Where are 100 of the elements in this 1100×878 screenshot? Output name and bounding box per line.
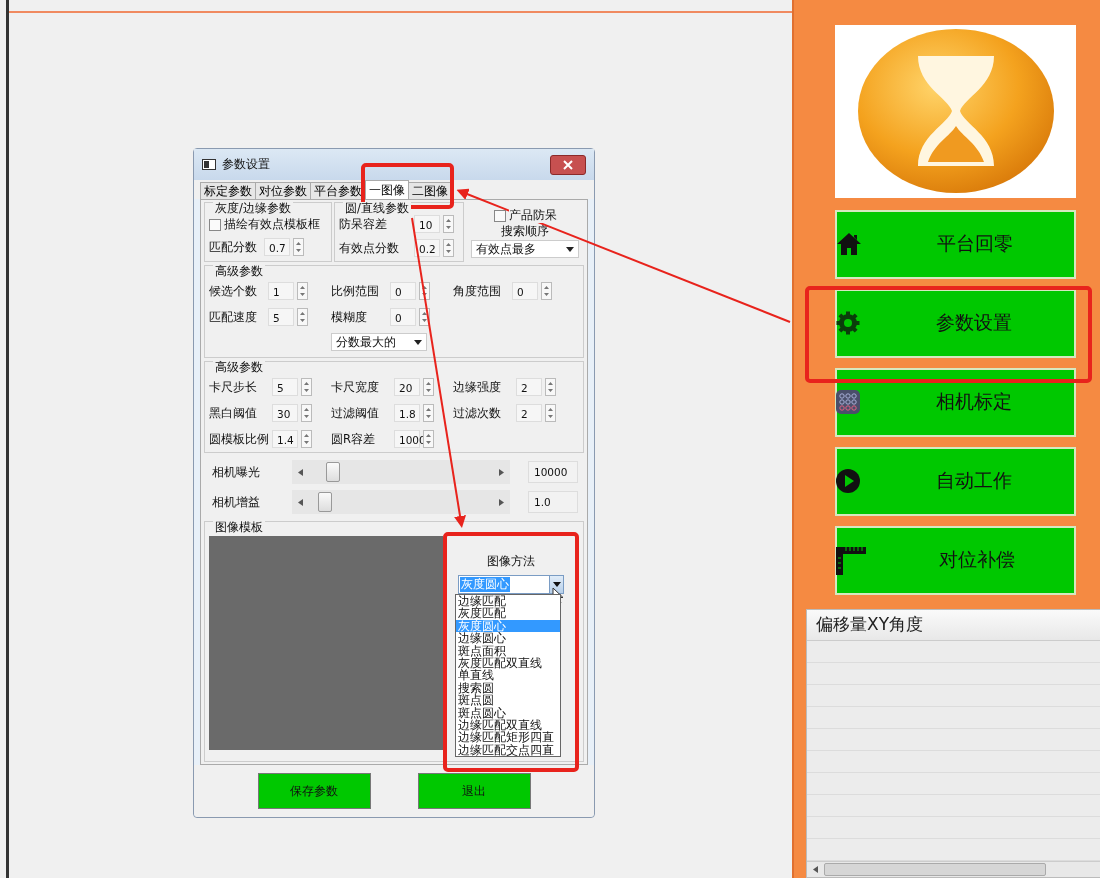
dropdown-option[interactable]: 边缘圆心 [456, 632, 560, 645]
checkbox[interactable] [209, 218, 221, 231]
checkbox-label: 描绘有效点模板框 [224, 217, 320, 232]
spinner-control[interactable] [297, 282, 308, 300]
group-title: 图像模板 [213, 521, 265, 533]
spinner-control[interactable] [443, 215, 454, 233]
number-field[interactable]: 20 [394, 378, 420, 396]
dialog-button[interactable]: 退出 [417, 773, 531, 809]
spinner-control[interactable] [419, 282, 430, 300]
house-icon [836, 231, 862, 258]
spinner-control[interactable] [423, 430, 434, 448]
field-label: 比例范围 [331, 283, 380, 299]
field-label: 圆模板比例 [209, 431, 269, 447]
right-arrow-icon[interactable] [499, 498, 504, 506]
spinner-control[interactable] [423, 378, 434, 396]
nav-button[interactable]: 对位补偿 [835, 525, 1076, 595]
number-field[interactable]: 0 [390, 282, 416, 300]
field-label: 过滤阈值 [331, 405, 380, 421]
value-field[interactable]: 1.0 [528, 491, 578, 513]
dropdown[interactable]: 有效点最多 [471, 240, 579, 258]
gear-icon [836, 311, 860, 336]
ruler-icon [836, 545, 866, 576]
dropdown-option[interactable]: 边缘匹配 [456, 595, 560, 608]
dropdown-option[interactable]: 斑点圆心 [456, 706, 560, 720]
dropdown-button[interactable] [549, 576, 563, 593]
number-field[interactable]: 1 [268, 282, 294, 300]
spinner-control[interactable] [423, 404, 434, 422]
spinner-control[interactable] [541, 282, 552, 300]
number-field[interactable]: 1.4 [272, 430, 298, 448]
left-arrow-icon[interactable] [813, 866, 818, 873]
spinner-control[interactable] [545, 404, 556, 422]
dropdown-option[interactable]: 搜索圆 [456, 681, 560, 695]
dropdown[interactable]: 分数最大的 [331, 333, 427, 351]
field-label: 有效点分数 [339, 240, 400, 256]
spinner-control[interactable] [443, 239, 454, 257]
checkbox-label: 产品防呆 [508, 208, 557, 223]
number-field[interactable]: 10 [414, 215, 440, 233]
play-icon [836, 469, 860, 494]
caret-icon [566, 246, 574, 252]
right-arrow-icon[interactable] [499, 468, 504, 476]
number-field[interactable]: 2 [516, 404, 542, 422]
dropdown-option[interactable]: 斑点面积 [456, 644, 560, 658]
number-field[interactable]: 5 [272, 378, 298, 396]
caret-icon [414, 339, 422, 345]
field-label: 圆R容差 [331, 431, 376, 447]
close-button[interactable] [550, 154, 586, 175]
horizontal-scrollbar[interactable] [807, 861, 1100, 877]
number-field[interactable]: 0 [390, 308, 416, 326]
dropdown-option[interactable]: 单直线 [456, 669, 560, 682]
dropdown-option[interactable]: 灰度匹配 [456, 607, 560, 620]
field-label: 搜索顺序 [501, 224, 549, 239]
number-field[interactable]: 30 [272, 404, 298, 422]
dropdown-option[interactable]: 斑点圆 [456, 694, 560, 707]
dot-grid-icon [836, 390, 860, 415]
tab[interactable]: 对位参数 [255, 182, 311, 199]
close-icon [562, 159, 574, 170]
selected-option: 灰度圆心 [460, 577, 510, 592]
field-label: 黑白阈值 [209, 405, 258, 421]
tab[interactable]: 二图像 [408, 182, 452, 199]
number-field[interactable]: 0.7 [264, 238, 290, 256]
nav-button[interactable]: 自动工作 [835, 446, 1076, 516]
field-label: 卡尺宽度 [331, 379, 380, 395]
number-field[interactable]: 2 [516, 378, 542, 396]
slider-label: 相机增益 [211, 494, 261, 510]
dropdown-option[interactable]: 边缘匹配双直线 [456, 719, 560, 732]
slider-thumb[interactable] [318, 492, 333, 512]
number-field[interactable]: 5 [268, 308, 294, 326]
field-label: 过滤次数 [453, 405, 502, 421]
field-label: 模糊度 [331, 309, 368, 325]
window-title: 参数设置 [222, 156, 271, 173]
tab[interactable]: 一图像 [365, 180, 409, 199]
spinner-control[interactable] [301, 378, 312, 396]
checkbox[interactable] [493, 209, 506, 222]
slider-label: 相机曝光 [211, 464, 261, 480]
dropdown-option[interactable]: 边缘匹配交点四直 [456, 743, 560, 757]
nav-button[interactable]: 相机标定 [835, 367, 1076, 437]
spinner-control[interactable] [297, 308, 308, 326]
nav-button[interactable]: 参数设置 [835, 288, 1076, 358]
spinner-control[interactable] [545, 378, 556, 396]
dropdown-option[interactable]: 灰度匹配双直线 [456, 657, 560, 670]
slider-thumb[interactable] [325, 462, 340, 482]
left-arrow-icon[interactable] [298, 468, 303, 476]
number-field[interactable]: 0.2 [414, 239, 440, 257]
number-field[interactable]: 1.8 [394, 404, 420, 422]
spinner-control[interactable] [419, 308, 430, 326]
spinner-control[interactable] [301, 430, 312, 448]
left-arrow-icon[interactable] [298, 498, 303, 506]
spinner-control[interactable] [301, 404, 312, 422]
number-field[interactable]: 0 [512, 282, 538, 300]
tab[interactable]: 标定参数 [200, 182, 256, 199]
group-title: 高级参数 [213, 265, 265, 277]
field-label: 卡尺步长 [209, 379, 258, 395]
spinner-control[interactable] [293, 238, 304, 256]
dropdown-option[interactable]: 边缘匹配矩形四直 [456, 731, 560, 744]
table-header: 偏移量XY角度 [807, 610, 1100, 641]
group-title: 灰度/边缘参数 [213, 202, 293, 214]
nav-button[interactable]: 平台回零 [835, 209, 1076, 279]
dialog-button[interactable]: 保存参数 [257, 773, 371, 809]
value-field[interactable]: 10000 [528, 461, 578, 483]
group-title: 圆/直线参数 [343, 202, 411, 214]
